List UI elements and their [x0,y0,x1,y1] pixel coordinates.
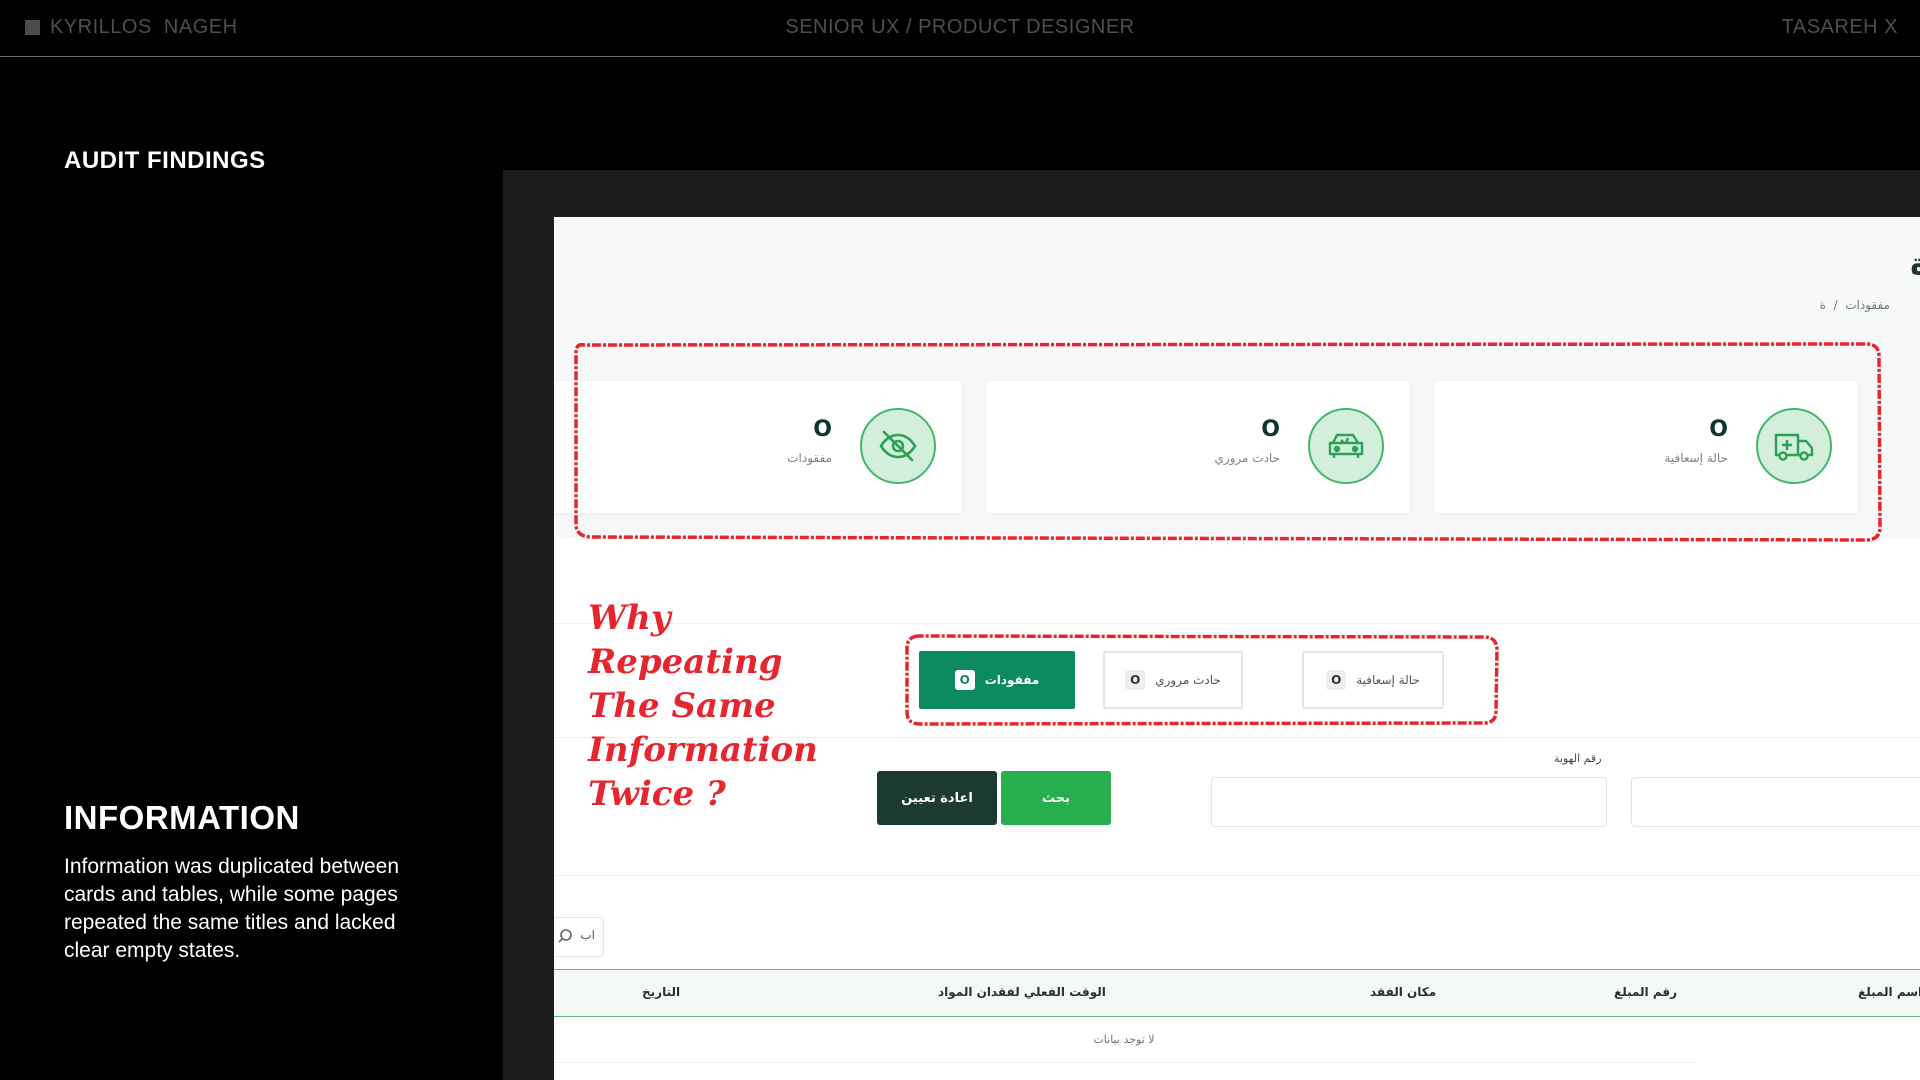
stat-label: حادث مروري [1214,451,1280,465]
stat-label: حالة إسعافية [1664,451,1728,465]
column-header[interactable]: الوقت الفعلي لفقدان المواد [938,985,1106,999]
stat-value: O [1261,417,1280,442]
stat-card-ambulance: O حالة إسعافية [1434,381,1858,513]
chip-lost[interactable]: مفقودات O [919,651,1075,709]
chip-count: O [1326,670,1347,690]
chip-label: مفقودات [984,673,1040,687]
dashboard-header: ة مفقودات / ة O حالة إسعافية O حادث مرور… [554,217,1920,537]
annotation-note: Why Repeating The Same Information Twice… [588,598,818,814]
stat-label: مفقودات [787,451,832,465]
chip-count: O [1125,670,1146,690]
column-header[interactable]: التاريخ [642,985,680,999]
search-icon [558,929,572,943]
chip-count: O [954,670,975,690]
chip-traffic[interactable]: حادث مروري O [1103,651,1243,709]
car-crash-icon [1308,408,1384,484]
finding-title: INFORMATION [64,799,300,836]
search-button[interactable]: بحث [1001,771,1111,825]
column-header[interactable]: رقم المبلغ [1614,985,1677,999]
chip-label: حالة إسعافية [1356,673,1420,687]
eye-off-icon [860,408,936,484]
search-placeholder: اب [580,928,595,942]
project-name: TASAREH X [1781,16,1898,38]
column-header[interactable]: مكان الفقد [1370,985,1436,999]
stat-card-traffic: O حادث مروري [986,381,1410,513]
stat-card-lost: O مفقودات [554,381,962,513]
table-header: اسم المبلغ رقم المبلغ مكان الفقد الوقت ا… [554,969,1920,1017]
stat-value: O [813,417,832,442]
ambulance-icon [1756,408,1832,484]
filter-input[interactable] [1631,777,1920,827]
reset-button[interactable]: اعادة تعيين [877,771,997,825]
author-role: SENIOR UX / PRODUCT DESIGNER [785,16,1135,38]
finding-description: Information was duplicated between cards… [64,855,400,962]
section-title: AUDIT FINDINGS [64,147,266,174]
divider [554,875,1920,876]
page-title: ة [1910,247,1920,282]
top-bar: KYRILLOS NAGEH SENIOR UX / PRODUCT DESIG… [0,0,1920,57]
stat-value: O [1709,417,1728,442]
table-search-input[interactable]: اب [554,917,604,957]
chip-label: حادث مروري [1155,673,1221,687]
chip-ambulance[interactable]: حالة إسعافية O [1302,651,1444,709]
column-header[interactable]: اسم المبلغ [1858,985,1920,999]
breadcrumb[interactable]: مفقودات / ة [1820,298,1890,312]
id-number-input[interactable] [1211,777,1607,827]
empty-state: لا توجد بيانات [554,1017,1694,1063]
id-number-label: رقم الهوية [1554,752,1602,765]
